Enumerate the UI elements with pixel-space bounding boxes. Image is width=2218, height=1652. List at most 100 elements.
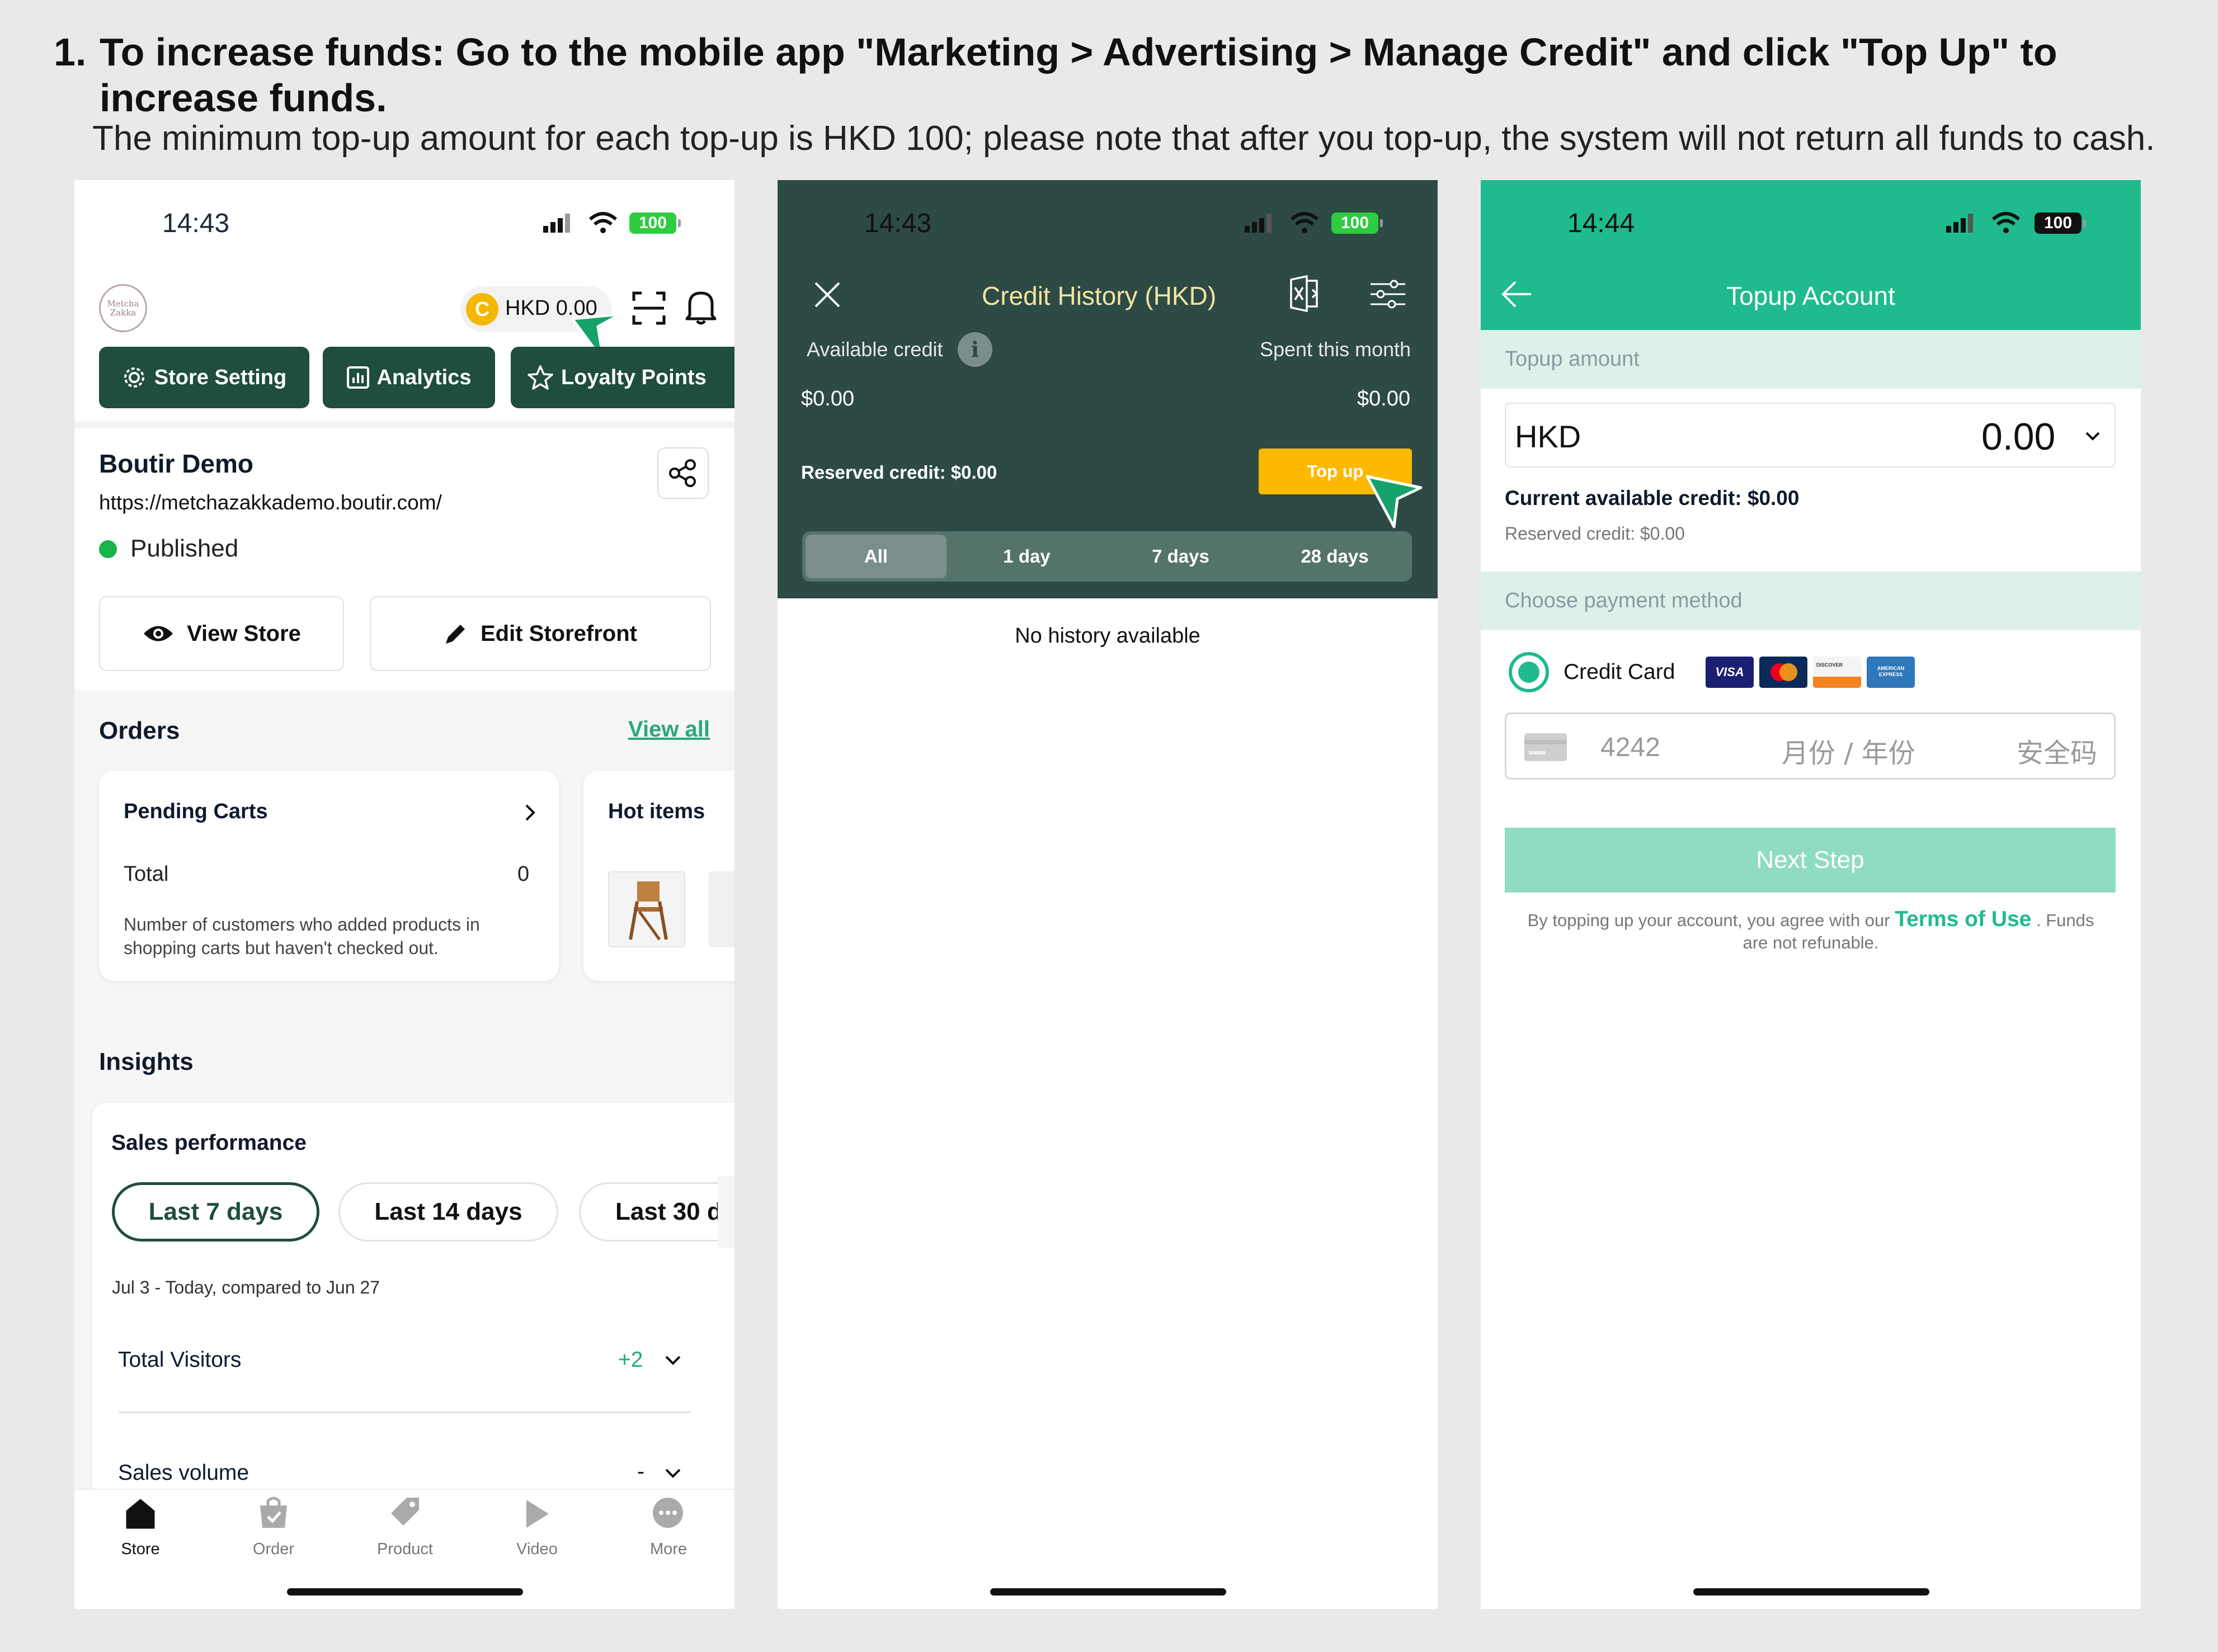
terms-prefix: By topping up your account, you agree wi…: [1527, 910, 1890, 930]
total-value: 0: [517, 862, 530, 886]
tab-28-days[interactable]: 28 days: [1258, 531, 1412, 582]
sales-performance-title: Sales performance: [111, 1131, 307, 1155]
amount-value: 0.00: [1981, 416, 2056, 458]
pending-carts-card[interactable]: Pending Carts Total 0 Number of customer…: [99, 771, 559, 981]
nav-order[interactable]: Order: [229, 1540, 318, 1559]
card-number-field[interactable]: 4242 月份 / 年份 安全码: [1505, 712, 2116, 780]
orders-title: Orders: [99, 717, 180, 744]
view-store-button[interactable]: View Store: [99, 596, 344, 671]
hot-items-title: Hot items: [608, 800, 705, 823]
payment-method-section: Choose payment method: [1481, 572, 2141, 630]
chair-icon: [629, 881, 668, 941]
amex-icon: AMERICAN EXPRESS: [1867, 657, 1915, 688]
step-note: The minimum top-up amount for each top-u…: [92, 119, 2155, 158]
info-icon[interactable]: i: [958, 332, 992, 367]
eye-icon: [144, 626, 173, 641]
share-button[interactable]: [657, 447, 709, 499]
currency-label: HKD: [1515, 419, 1581, 454]
nav-store[interactable]: Store: [96, 1540, 185, 1559]
range-last-7-days[interactable]: Last 7 days: [112, 1182, 319, 1242]
bell-icon[interactable]: [685, 289, 717, 325]
total-label: Total: [124, 862, 169, 886]
wifi-icon: [589, 212, 617, 233]
status-time: 14:44: [1567, 209, 1635, 238]
store-url[interactable]: https://metchazakkademo.boutir.com/: [99, 491, 442, 515]
credit-history-screen: 14:43 100 Credit History (HKD) Available…: [778, 180, 1438, 1609]
divider: [118, 1412, 691, 1413]
product-thumbnail[interactable]: [709, 871, 734, 947]
sales-volume-delta: -: [637, 1460, 644, 1484]
export-excel-icon[interactable]: [1288, 275, 1324, 312]
divider: [74, 422, 734, 428]
loyalty-points-button[interactable]: Loyalty Points: [511, 347, 734, 408]
credit-card-radio[interactable]: [1509, 652, 1549, 692]
analytics-button[interactable]: Analytics: [323, 347, 495, 408]
range-last-14-days[interactable]: Last 14 days: [338, 1182, 558, 1242]
status-time: 14:43: [162, 209, 230, 238]
orders-view-all-link[interactable]: View all: [628, 717, 710, 742]
card-edge: [718, 1176, 734, 1248]
chevron-down-icon[interactable]: [664, 1467, 682, 1480]
store-name: Boutir Demo: [99, 449, 253, 478]
home-icon[interactable]: [124, 1497, 157, 1530]
coin-icon: C: [466, 293, 498, 325]
topup-account-screen: 14:44 100 Topup Account Topup amount HKD…: [1481, 180, 2141, 1609]
store-dashboard-screen: 14:43 100 Metcha Zakka C HKD 0.00 Store …: [74, 180, 734, 1609]
video-play-icon[interactable]: [523, 1498, 551, 1530]
credit-history-title: Credit History (HKD): [982, 281, 1217, 310]
chevron-right-icon: [525, 804, 535, 821]
terms-of-use-link[interactable]: Terms of Use: [1895, 907, 2031, 931]
pending-carts-description: Number of customers who added products i…: [124, 914, 480, 958]
spent-this-month-value: $0.00: [1357, 387, 1411, 410]
scan-icon[interactable]: [632, 291, 666, 325]
total-visitors-delta: +2: [618, 1348, 643, 1372]
battery-icon: 100: [629, 213, 681, 234]
step-number: 1.: [54, 30, 87, 74]
cvc-placeholder[interactable]: 安全码: [2017, 731, 2097, 770]
edit-storefront-button[interactable]: Edit Storefront: [370, 596, 711, 671]
terms-text: By topping up your account, you agree wi…: [1481, 906, 2141, 934]
visa-icon: VISA: [1706, 657, 1754, 688]
discover-icon: DISCOVER: [1813, 657, 1861, 688]
terms-suffix: . Funds: [2036, 910, 2094, 930]
store-status: Published: [130, 535, 239, 562]
filter-sliders-icon[interactable]: [1369, 280, 1406, 309]
topup-account-title: Topup Account: [1726, 281, 1895, 310]
instruction-heading: 1. To increase funds: Go to the mobile a…: [54, 29, 2179, 121]
published-dot: [99, 540, 117, 558]
hot-items-card[interactable]: Hot items: [583, 771, 734, 981]
wifi-icon: [1992, 212, 2020, 233]
amount-field[interactable]: HKD 0.00: [1505, 403, 2116, 468]
signal-icon: [1245, 214, 1272, 233]
reserved-credit: Reserved credit: $0.00: [1505, 523, 1685, 544]
tab-7-days[interactable]: 7 days: [1104, 531, 1258, 582]
nav-more[interactable]: More: [624, 1540, 713, 1559]
tab-all[interactable]: All: [802, 531, 950, 582]
reserved-credit: Reserved credit: $0.00: [801, 462, 997, 483]
card-icon: [1524, 733, 1567, 761]
chevron-down-icon[interactable]: [664, 1354, 682, 1367]
nav-product[interactable]: Product: [360, 1540, 450, 1559]
nav-video[interactable]: Video: [492, 1540, 582, 1559]
product-tag-icon[interactable]: [388, 1494, 422, 1529]
date-range-tabs: All 1 day 7 days 28 days: [802, 531, 1412, 582]
expiry-placeholder[interactable]: 月份 / 年份: [1782, 731, 1915, 770]
tab-1-day[interactable]: 1 day: [950, 531, 1104, 582]
product-thumbnail[interactable]: [608, 871, 685, 947]
store-logo[interactable]: Metcha Zakka: [99, 284, 147, 332]
credit-card-label: Credit Card: [1564, 660, 1675, 684]
order-bag-icon[interactable]: [257, 1495, 290, 1530]
close-icon[interactable]: [813, 281, 841, 309]
range-last-30-days[interactable]: Last 30 d: [579, 1182, 734, 1242]
share-icon: [669, 459, 696, 487]
step-title: To increase funds: Go to the mobile app …: [100, 30, 2057, 120]
topup-amount-section: Topup amount: [1481, 330, 2141, 389]
gear-icon: [124, 367, 144, 388]
next-step-button[interactable]: Next Step: [1505, 828, 2116, 893]
available-credit-label: Available credit: [807, 338, 943, 361]
store-setting-button[interactable]: Store Setting: [99, 347, 309, 408]
empty-history-message: No history available: [1015, 624, 1200, 648]
more-icon[interactable]: [652, 1497, 684, 1529]
home-indicator: [287, 1588, 523, 1596]
pencil-icon: [446, 625, 465, 644]
